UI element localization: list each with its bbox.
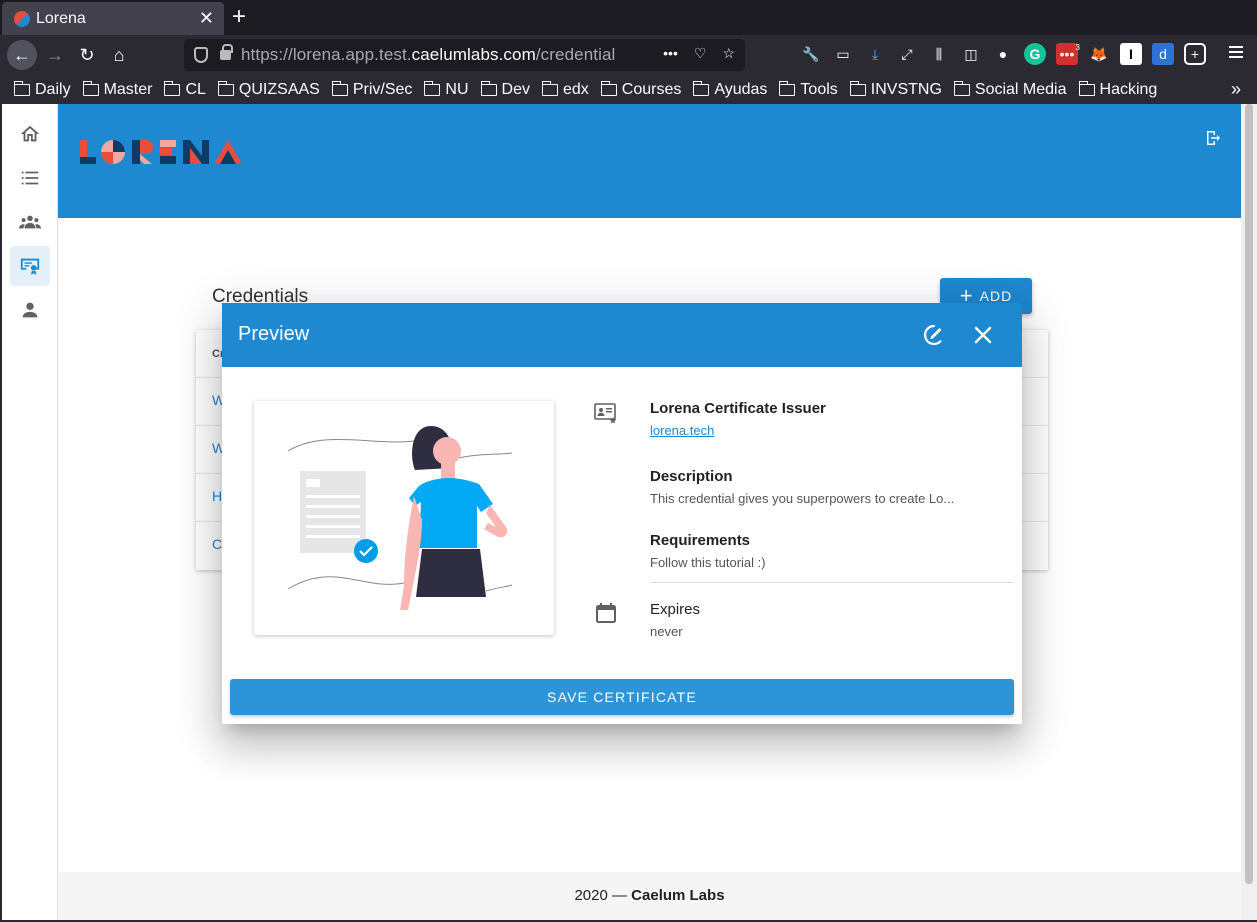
issuer-link[interactable]: lorena.tech [650, 423, 714, 438]
new-tab-button[interactable]: + [232, 4, 246, 30]
folder-icon [424, 80, 441, 96]
bookmark-folder[interactable]: Dev [480, 80, 530, 99]
sidebar-item-credentials[interactable] [10, 246, 50, 286]
preview-dialog: Preview Lorena Certificate Issuer lorena… [222, 303, 1022, 724]
download-icon[interactable]: ⤓ [864, 43, 886, 65]
wrench-icon[interactable]: 🔧 [800, 43, 822, 65]
requirements-label: Requirements [650, 532, 751, 549]
logout-icon[interactable] [1205, 130, 1221, 146]
back-button[interactable]: ← [7, 40, 37, 70]
bookmark-folder[interactable]: INVSTNG [849, 80, 942, 99]
bookmarks-overflow-icon[interactable]: » [1231, 79, 1241, 100]
bookmark-folder[interactable]: QUIZSAAS [217, 80, 320, 99]
issuer-name: Lorena Certificate Issuer [650, 400, 826, 417]
sidebar-item-groups[interactable] [10, 202, 50, 242]
lock-icon[interactable] [220, 44, 233, 60]
page-actions-icon[interactable]: ••• [663, 45, 678, 62]
app-header [58, 104, 1241, 218]
bookmark-folder[interactable]: CL [164, 80, 206, 99]
folder-icon [849, 80, 866, 96]
dialog-title: Preview [238, 323, 310, 345]
laptop-icon[interactable]: ▭ [832, 43, 854, 65]
people-icon [19, 215, 41, 229]
list-icon [21, 171, 39, 185]
bookmarks-bar: Daily Master CL QUIZSAAS Priv/Sec NU Dev… [0, 75, 1257, 104]
page-viewport: Credentials + ADD Cr W W H C 2020 — Cael… [2, 104, 1241, 920]
certificate-illustration [254, 401, 554, 635]
tab-title: Lorena [36, 9, 86, 27]
dialog-header: Preview [222, 303, 1022, 367]
fullscreen-icon[interactable]: ⤢ [896, 43, 918, 65]
expires-value: never [650, 624, 683, 639]
tracking-shield-icon[interactable] [194, 47, 208, 63]
description-label: Description [650, 468, 733, 485]
tab-bar: Lorena ✕ + [0, 0, 1257, 35]
folder-icon [480, 80, 497, 96]
expires-label: Expires [650, 601, 701, 618]
dict-extension-icon[interactable]: d [1152, 43, 1174, 65]
url-bar[interactable]: https://lorena.app.test.caelumlabs.com/c… [184, 39, 745, 71]
sidebar-item-profile[interactable] [10, 290, 50, 330]
bookmark-folder[interactable]: Ayudas [693, 80, 767, 99]
pocket-icon[interactable]: ♡ [694, 45, 707, 62]
bookmark-star-icon[interactable]: ☆ [722, 45, 735, 62]
footer: 2020 — Caelum Labs [58, 872, 1241, 920]
close-tab-icon[interactable]: ✕ [199, 8, 214, 29]
bookmark-folder[interactable]: Master [82, 80, 152, 99]
edit-icon[interactable] [922, 323, 946, 347]
bookmark-folder[interactable]: Tools [779, 80, 838, 99]
person-icon [22, 302, 38, 318]
bookmark-folder[interactable]: NU [424, 80, 469, 99]
divider [650, 582, 1014, 583]
folder-icon [779, 80, 796, 96]
home-button[interactable]: ⌂ [104, 40, 134, 70]
grammarly-icon[interactable]: G [1024, 43, 1046, 65]
folder-icon [331, 80, 348, 96]
requirements-value: Follow this tutorial :) [650, 555, 766, 570]
home-icon [20, 125, 40, 142]
folder-icon [82, 80, 99, 96]
close-icon[interactable] [972, 324, 994, 346]
bookmark-folder[interactable]: Hacking [1078, 80, 1157, 99]
lorena-logo [80, 140, 242, 164]
woman-certificate-illustration [287, 426, 513, 610]
folder-icon [14, 80, 30, 96]
menu-icon[interactable] [1229, 43, 1243, 61]
bookmark-folder[interactable]: Priv/Sec [331, 80, 412, 99]
calendar-icon [596, 603, 616, 623]
app-sidebar [2, 104, 58, 920]
folder-icon [693, 80, 710, 96]
nav-bar: ← → ↻ ⌂ https://lorena.app.test.caelumla… [0, 35, 1257, 75]
folder-icon [600, 80, 617, 96]
browser-tab[interactable]: Lorena ✕ [2, 2, 224, 35]
sidebar-toggle-icon[interactable]: ◫ [960, 43, 982, 65]
folder-icon [953, 80, 970, 96]
sidebar-item-list[interactable] [10, 158, 50, 198]
bookmark-folder[interactable]: Courses [600, 80, 681, 99]
add-extension-icon[interactable]: + [1184, 43, 1206, 65]
metamask-icon[interactable]: 🦊 [1088, 43, 1110, 65]
folder-icon [541, 80, 558, 96]
bookmark-folder[interactable]: edx [541, 80, 589, 99]
save-certificate-button[interactable]: SAVE CERTIFICATE [230, 679, 1014, 715]
bookmark-folder[interactable]: Social Media [953, 80, 1067, 99]
library-icon[interactable]: ⫼ [928, 43, 950, 65]
folder-icon [1078, 80, 1095, 96]
bookmark-folder[interactable]: Daily [14, 80, 71, 99]
lorena-favicon-icon [14, 10, 30, 27]
instapaper-icon[interactable]: I [1120, 43, 1142, 65]
credential-icon [20, 258, 40, 275]
scrollbar-thumb[interactable] [1245, 104, 1253, 884]
certificate-issuer-icon [594, 403, 617, 424]
folder-icon [164, 80, 181, 96]
forward-button[interactable]: → [40, 40, 70, 70]
reload-button[interactable]: ↻ [72, 40, 102, 70]
account-icon[interactable]: ● [992, 43, 1014, 65]
lastpass-icon[interactable]: ••• 3 [1056, 43, 1080, 65]
description-value: This credential gives you superpowers to… [650, 491, 955, 506]
sidebar-item-home[interactable] [10, 114, 50, 154]
url-text[interactable]: https://lorena.app.test.caelumlabs.com/c… [241, 45, 615, 65]
page-scrollbar[interactable] [1241, 104, 1257, 920]
folder-icon [217, 80, 234, 96]
